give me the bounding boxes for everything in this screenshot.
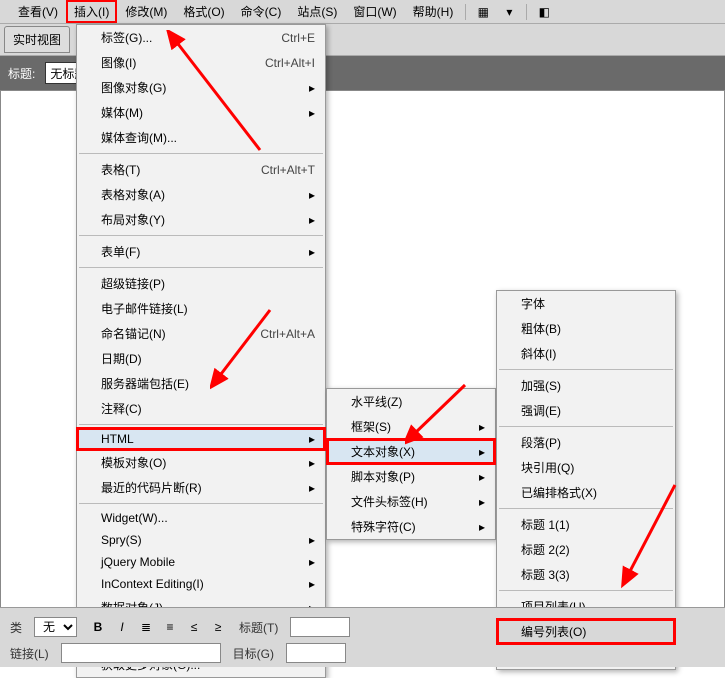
- outdent-icon[interactable]: ≤: [185, 618, 203, 636]
- menu-item[interactable]: 标题 1(1): [497, 512, 675, 537]
- bold-button[interactable]: B: [89, 618, 107, 636]
- menu-item[interactable]: 注释(C): [77, 396, 325, 421]
- link-label: 链接(L): [10, 645, 49, 662]
- title-label: 标题:: [8, 65, 35, 82]
- menu-item[interactable]: 布局对象(Y)▸: [77, 207, 325, 232]
- insert-menu: 标签(G)...Ctrl+E图像(I)Ctrl+Alt+I图像对象(G)▸媒体(…: [76, 24, 326, 678]
- menu-item[interactable]: 编号列表(O): [497, 619, 675, 644]
- separator: [465, 4, 466, 20]
- menu-item[interactable]: 段落(P): [497, 430, 675, 455]
- html-submenu: 水平线(Z)框架(S)▸文本对象(X)▸脚本对象(P)▸文件头标签(H)▸特殊字…: [326, 388, 496, 540]
- menu-item[interactable]: jQuery Mobile▸: [77, 551, 325, 573]
- class-label: 类: [10, 619, 22, 636]
- menu-item[interactable]: 标题 2(2): [497, 537, 675, 562]
- menu-item[interactable]: 已编排格式(X): [497, 480, 675, 505]
- heading-input[interactable]: [290, 617, 350, 637]
- menu-format[interactable]: 格式(O): [175, 0, 232, 23]
- tool-icon-2[interactable]: ▾: [500, 3, 518, 21]
- menu-item[interactable]: 框架(S)▸: [327, 414, 495, 439]
- menu-item[interactable]: 超级链接(P): [77, 271, 325, 296]
- menu-item[interactable]: 电子邮件链接(L): [77, 296, 325, 321]
- menu-item[interactable]: 最近的代码片断(R)▸: [77, 475, 325, 500]
- tool-icon-3[interactable]: ◧: [535, 3, 553, 21]
- menu-window[interactable]: 窗口(W): [345, 0, 404, 23]
- menu-item[interactable]: 强调(E): [497, 398, 675, 423]
- menu-item[interactable]: 服务器端包括(E): [77, 371, 325, 396]
- live-view-tab[interactable]: 实时视图: [4, 26, 70, 53]
- menu-item[interactable]: 日期(D): [77, 346, 325, 371]
- target-input[interactable]: [286, 643, 346, 663]
- menu-item[interactable]: 模板对象(O)▸: [77, 450, 325, 475]
- menu-insert[interactable]: 插入(I): [66, 0, 117, 23]
- italic-button[interactable]: I: [113, 618, 131, 636]
- menu-site[interactable]: 站点(S): [289, 0, 345, 23]
- menu-item[interactable]: 脚本对象(P)▸: [327, 464, 495, 489]
- menu-item[interactable]: 表单(F)▸: [77, 239, 325, 264]
- menu-item[interactable]: 媒体(M)▸: [77, 100, 325, 125]
- target-label: 目标(G): [233, 645, 274, 662]
- menu-item[interactable]: HTML▸: [77, 428, 325, 450]
- menu-item[interactable]: 媒体查询(M)...: [77, 125, 325, 150]
- menu-item[interactable]: 粗体(B): [497, 316, 675, 341]
- menu-item[interactable]: Spry(S)▸: [77, 529, 325, 551]
- menu-item[interactable]: 加强(S): [497, 373, 675, 398]
- menu-item[interactable]: 文本对象(X)▸: [327, 439, 495, 464]
- menu-item[interactable]: InContext Editing(I)▸: [77, 573, 325, 595]
- menu-command[interactable]: 命令(C): [233, 0, 290, 23]
- separator: [526, 4, 527, 20]
- menu-item[interactable]: Widget(W)...: [77, 507, 325, 529]
- menu-item[interactable]: 标题 3(3): [497, 562, 675, 587]
- menu-item[interactable]: 图像(I)Ctrl+Alt+I: [77, 50, 325, 75]
- link-input[interactable]: [61, 643, 221, 663]
- menu-modify[interactable]: 修改(M): [117, 0, 175, 23]
- menu-item[interactable]: 文件头标签(H)▸: [327, 489, 495, 514]
- menu-item[interactable]: 命名锚记(N)Ctrl+Alt+A: [77, 321, 325, 346]
- menu-item[interactable]: 表格(T)Ctrl+Alt+T: [77, 157, 325, 182]
- menu-item[interactable]: 表格对象(A)▸: [77, 182, 325, 207]
- menu-item[interactable]: 水平线(Z): [327, 389, 495, 414]
- tool-icon-1[interactable]: ▦: [474, 3, 492, 21]
- menu-view[interactable]: 查看(V): [10, 0, 66, 23]
- menu-item[interactable]: 特殊字符(C)▸: [327, 514, 495, 539]
- class-select[interactable]: 无: [34, 617, 77, 637]
- list-ol-icon[interactable]: ≡: [161, 618, 179, 636]
- menu-item[interactable]: 字体: [497, 291, 675, 316]
- menu-item[interactable]: 块引用(Q): [497, 455, 675, 480]
- heading-label: 标题(T): [239, 619, 278, 636]
- menu-item[interactable]: 图像对象(G)▸: [77, 75, 325, 100]
- indent-icon[interactable]: ≥: [209, 618, 227, 636]
- menu-item[interactable]: 标签(G)...Ctrl+E: [77, 25, 325, 50]
- menubar: 查看(V) 插入(I) 修改(M) 格式(O) 命令(C) 站点(S) 窗口(W…: [0, 0, 725, 24]
- menu-help[interactable]: 帮助(H): [405, 0, 462, 23]
- menu-item[interactable]: 斜体(I): [497, 341, 675, 366]
- list-ul-icon[interactable]: ≣: [137, 618, 155, 636]
